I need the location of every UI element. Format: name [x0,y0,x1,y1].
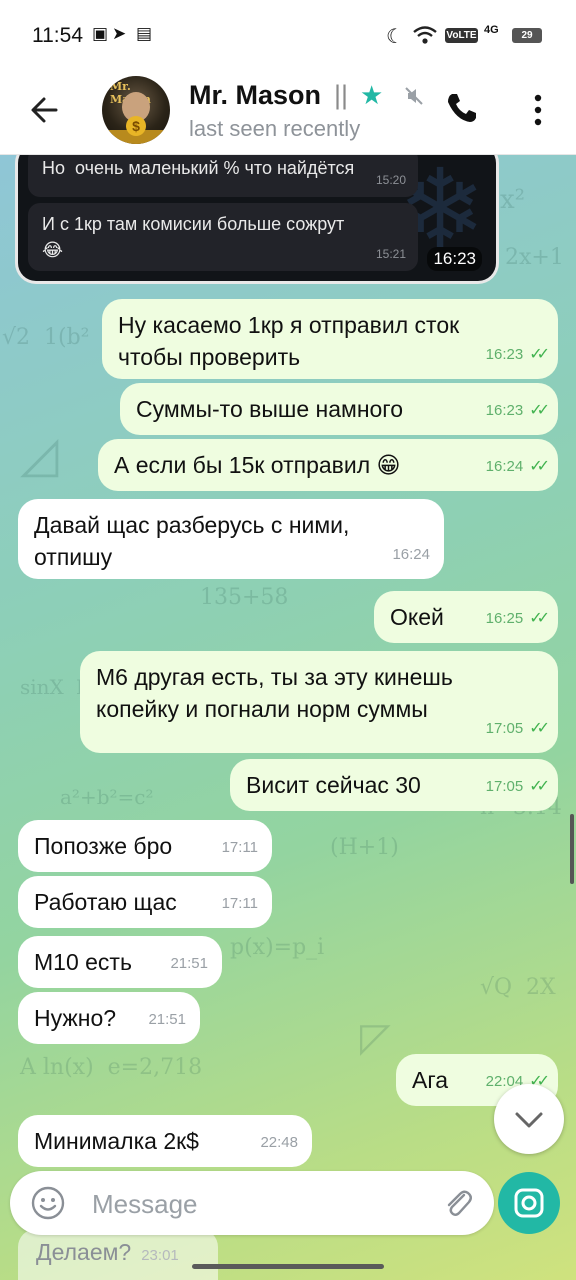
doodle: ◿ [20,425,59,483]
message-input[interactable] [90,1181,424,1227]
scrollbar[interactable] [570,814,574,884]
moon-icon: ☾ [386,26,404,48]
message-text: Давай щас разберусь с ними, отпишу [34,512,350,570]
doodle: √Q 2X [480,975,556,1000]
partial-incoming-message: Делаем? 23:01 [18,1229,218,1280]
message-text: Висит сейчас 30 [246,772,421,798]
doodle: (H+1) [330,835,399,860]
doodle: a²+b²=c² [60,785,154,809]
doodle: 135+58 [200,585,289,610]
status-time: 11:54 [32,24,83,47]
camera-button[interactable] [498,1172,560,1234]
message-meta: 21:51 [170,955,208,972]
message-meta: 22:48 [260,1134,298,1151]
message-text: Попозже бро [34,833,173,859]
read-checks-icon: ✓✓ [529,778,550,795]
message-text: Ну касаемо 1кр я отправил сток чтобы про… [118,312,460,370]
incoming-message[interactable]: Минималка 2к$ 22:48 [18,1115,312,1167]
message-time: 16:23 [427,247,482,271]
message-time: 23:01 [141,1247,179,1264]
read-checks-icon: ✓✓ [529,610,550,627]
battery-level: 29 [521,30,533,41]
chat-header: Mr. Mason $ Mr. Mason || ★ last seen rec… [0,74,576,155]
chevron-down-icon [515,1112,543,1128]
outgoing-message[interactable]: Ну касаемо 1кр я отправил сток чтобы про… [102,299,558,379]
incoming-message[interactable]: М10 есть 21:51 [18,936,222,988]
forwarded-message: И с 1кр там комисии больше сожрут 😂 15:2… [28,203,418,271]
message-meta: 17:11 [221,895,258,912]
outgoing-message[interactable]: М6 другая есть, ты за эту кинешь копейку… [80,651,558,753]
message-text: Делаем? [36,1239,132,1265]
message-meta: 17:05 ✓✓ [486,713,550,745]
camera-icon [514,1188,544,1218]
gallery-icon: ▣ [92,24,109,43]
message-meta: 17:05 ✓✓ [486,771,550,803]
message-meta: 16:24 [392,546,430,563]
battery-icon: 29 [512,28,542,43]
attach-icon[interactable] [440,1185,476,1221]
status-bar: 11:54 ▣ ➤ ▤ ☾ VoLTE 4G 29 [0,0,576,74]
message-meta: 17:11 [221,839,258,856]
read-checks-icon: ✓✓ [529,458,550,475]
forwarded-screenshot[interactable]: ❄ Но очень маленький % что найдётся 15:2… [18,155,496,281]
message-meta: 16:23 ✓✓ [486,395,550,427]
message-text: Нужно? [34,1005,117,1031]
outgoing-message[interactable]: А если бы 15к отправил 😁 16:24 ✓✓ [98,439,558,491]
doodle: 2x+1 [505,245,564,270]
outgoing-message[interactable]: Суммы-то выше намного 16:23 ✓✓ [120,383,558,435]
name-separator: || [334,80,349,110]
phone-call-icon[interactable] [444,90,480,126]
mute-icon [405,87,423,105]
read-checks-icon: ✓✓ [529,346,550,363]
avatar[interactable]: Mr. Mason $ [102,76,170,144]
emoji-icon[interactable] [30,1185,66,1221]
read-checks-icon: ✓✓ [529,402,550,419]
last-seen-status: last seen recently [189,116,361,141]
incoming-message[interactable]: Давай щас разберусь с ними, отпишу 16:24 [18,499,444,579]
gesture-nav-bar[interactable] [192,1264,384,1269]
app-icon: ▤ [136,24,153,43]
outgoing-message[interactable]: Окей 16:25 ✓✓ [374,591,558,643]
doodle: A ln(x) e=2,718 [20,1055,203,1080]
wifi-icon [413,26,437,44]
scroll-to-bottom-button[interactable] [494,1084,564,1154]
message-text: А если бы 15к отправил 😁 [114,452,401,478]
back-arrow-icon[interactable] [26,90,66,130]
doodle: ◸ [360,1015,391,1061]
chat-area[interactable]: √2 1(b² x² 2x+1 ◿ 135+58 sinX log₂x a²+b… [0,155,576,1280]
message-text: Минималка 2к$ [34,1128,199,1154]
network-label: 4G [484,24,499,36]
more-options-icon[interactable] [528,92,548,128]
message-text: М10 есть [34,949,132,975]
message-text: Суммы-то выше намного [136,396,403,422]
doodle: x² [500,185,526,215]
dollar-coin-icon: $ [126,116,146,136]
forwarded-message: Но очень маленький % что найдётся 15:20 [28,155,418,197]
volte-badge: VoLTE [445,28,478,43]
read-checks-icon: ✓✓ [529,720,550,737]
message-composer [10,1171,494,1235]
doodle: √2 1(b² [2,325,90,350]
message-meta: 21:51 [148,1011,186,1028]
message-text: Ага [412,1067,449,1093]
incoming-message[interactable]: Работаю щас 17:11 [18,876,272,928]
message-meta: 16:25 ✓✓ [486,603,550,635]
outgoing-message[interactable]: Висит сейчас 30 17:05 ✓✓ [230,759,558,811]
message-meta: 16:23 ✓✓ [486,339,550,371]
incoming-message[interactable]: Нужно? 21:51 [18,992,200,1044]
incoming-message[interactable]: Попозже бро 17:11 [18,820,272,872]
doodle: p(x)=p_i [230,935,325,960]
message-text: Окей [390,604,444,630]
contact-name[interactable]: Mr. Mason [189,80,321,111]
star-icon: ★ [360,80,384,110]
message-meta: 16:24 ✓✓ [486,451,550,483]
message-text: Работаю щас [34,889,177,915]
message-text: М6 другая есть, ты за эту кинешь копейку… [96,664,453,722]
telegram-icon: ➤ [112,24,127,43]
